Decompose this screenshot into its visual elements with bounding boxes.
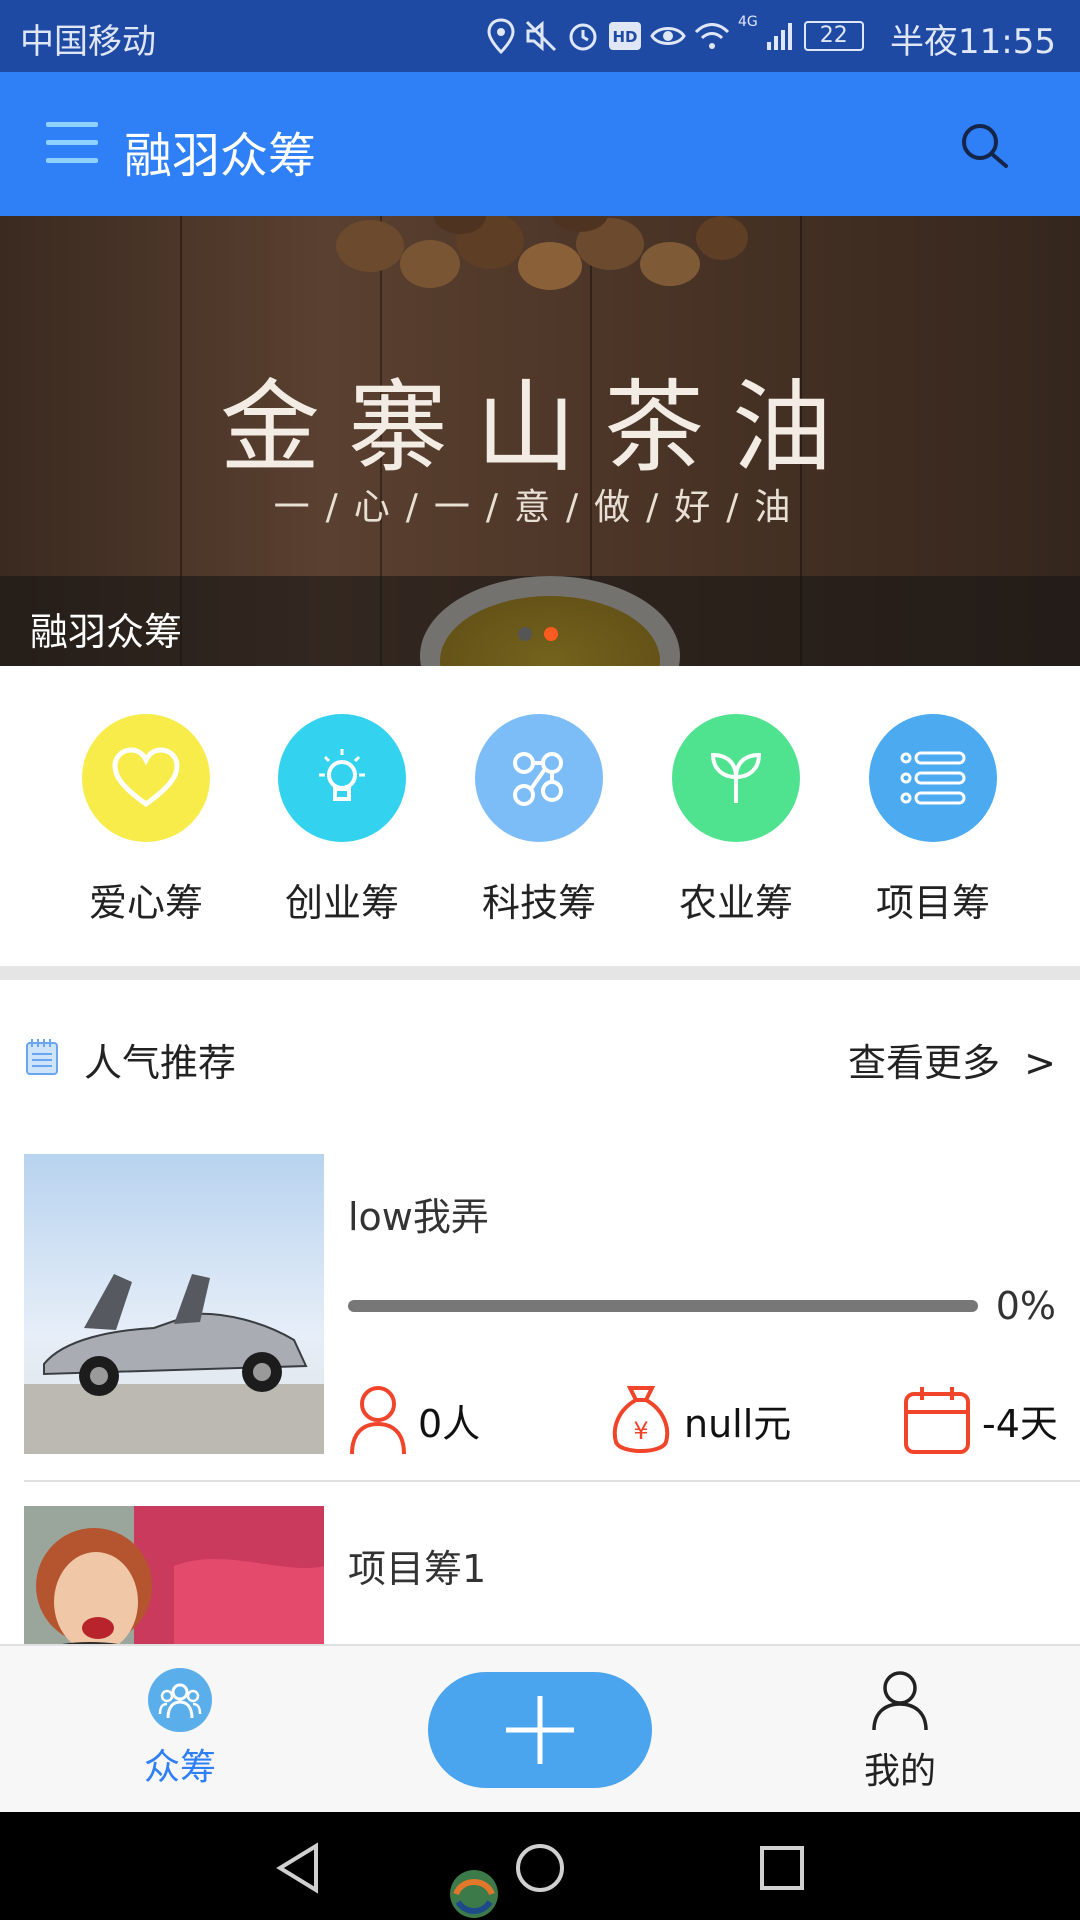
tab-crowdfunding[interactable]: 众筹 [140, 1668, 220, 1790]
eye-icon [650, 27, 686, 45]
category-startup[interactable]: 创业筹 [262, 714, 422, 927]
carousel-dot-2[interactable] [544, 627, 558, 641]
money-bag-icon: ¥ [612, 1386, 670, 1453]
banner-headline: 金寨山茶油 [220, 369, 860, 486]
category-project[interactable]: 项目筹 [853, 714, 1013, 927]
location-icon [487, 18, 515, 54]
days-left: -4天 [982, 1401, 1058, 1446]
banner-caption: 融羽众筹 [30, 610, 183, 654]
person-icon [350, 1386, 406, 1455]
back-icon[interactable] [272, 1842, 324, 1894]
menu-icon[interactable] [46, 122, 98, 164]
calendar-icon [904, 1387, 970, 1454]
battery-icon: 22 [803, 21, 864, 51]
recents-icon[interactable] [756, 1842, 808, 1894]
project-card-1[interactable]: low我弄 0% 0人 ¥ null元 -4天 [0, 1154, 1080, 1480]
list-icon [869, 714, 997, 842]
svg-text:¥: ¥ [633, 1417, 648, 1445]
progress-percent: 0% [995, 1284, 1056, 1328]
app-bar: 融羽众筹 [0, 72, 1080, 216]
tab-me-label: 我的 [863, 1751, 936, 1792]
status-bar: 中国移动 HD 4G 22 半夜11:55 [0, 0, 1080, 72]
chevron-right-icon: > [1024, 1041, 1056, 1085]
banner-tagline: 一/心/一/意/做/好/油 [273, 487, 807, 528]
section-divider [0, 966, 1080, 980]
tab-crowdfunding-label: 众筹 [143, 1747, 216, 1788]
app-title: 融羽众筹 [124, 128, 317, 184]
popular-title: 人气推荐 [84, 1041, 237, 1085]
card-separator [24, 1480, 1080, 1482]
carousel-dot-1[interactable] [518, 627, 532, 641]
wifi-icon [694, 23, 730, 49]
clock: 半夜11:55 [890, 22, 1056, 62]
progress-bar [348, 1300, 978, 1312]
network-type: 4G [738, 14, 758, 30]
heart-icon [82, 714, 210, 842]
category-startup-label: 创业筹 [284, 881, 399, 925]
add-project-button[interactable] [428, 1672, 652, 1788]
category-agriculture[interactable]: 农业筹 [656, 714, 816, 927]
camellia-seeds-image [336, 216, 748, 290]
project-card-2[interactable]: 项目筹1 [0, 1506, 1080, 1644]
days-stat: -4天 [902, 1384, 1058, 1456]
view-more-link[interactable]: 查看更多 > [848, 1032, 1056, 1087]
molecule-icon [475, 714, 603, 842]
popular-section-header: 人气推荐 查看更多 > [0, 1020, 1080, 1090]
amount-value: null元 [684, 1401, 792, 1446]
car-photo [24, 1154, 324, 1454]
category-bar: 爱心筹 创业筹 科技筹 农业筹 项目筹 [0, 666, 1080, 966]
category-agriculture-label: 农业筹 [678, 881, 793, 925]
bottom-navigation: 众筹 我的 [0, 1644, 1080, 1812]
sprout-icon [672, 714, 800, 842]
home-icon[interactable] [514, 1842, 566, 1894]
system-navigation-bar [0, 1812, 1080, 1920]
svg-text:HD: HD [612, 28, 637, 46]
supporters-count: 0人 [418, 1401, 481, 1446]
search-icon[interactable] [958, 120, 1010, 172]
lightbulb-icon [278, 714, 406, 842]
view-more-label: 查看更多 [847, 1041, 1000, 1085]
category-project-label: 项目筹 [875, 881, 990, 925]
notepad-icon [26, 1039, 58, 1075]
project-name: 项目筹1 [348, 1547, 487, 1591]
mute-icon [525, 20, 557, 52]
category-love-label: 爱心筹 [88, 881, 203, 925]
battery-level: 22 [819, 23, 848, 48]
hd-icon: HD [609, 22, 641, 50]
project-name: low我弄 [348, 1195, 489, 1239]
alarm-icon [569, 23, 597, 51]
woman-photo [24, 1506, 324, 1644]
crowd-icon [148, 1668, 212, 1732]
category-tech[interactable]: 科技筹 [459, 714, 619, 927]
carrier-name: 中国移动 [20, 22, 156, 62]
amount-stat: ¥ null元 [608, 1384, 791, 1456]
status-icons: HD 4G 22 [486, 14, 864, 58]
app-badge-icon [450, 1870, 498, 1918]
category-love[interactable]: 爱心筹 [66, 714, 226, 927]
signal-icon [766, 23, 792, 50]
banner-carousel[interactable]: 金寨山茶油 一/心/一/意/做/好/油 融羽众筹 [0, 216, 1080, 666]
tab-me[interactable]: 我的 [860, 1668, 940, 1794]
supporters-stat: 0人 [348, 1384, 480, 1456]
plus-icon [506, 1696, 574, 1764]
category-tech-label: 科技筹 [481, 881, 596, 925]
user-icon [872, 1671, 928, 1731]
